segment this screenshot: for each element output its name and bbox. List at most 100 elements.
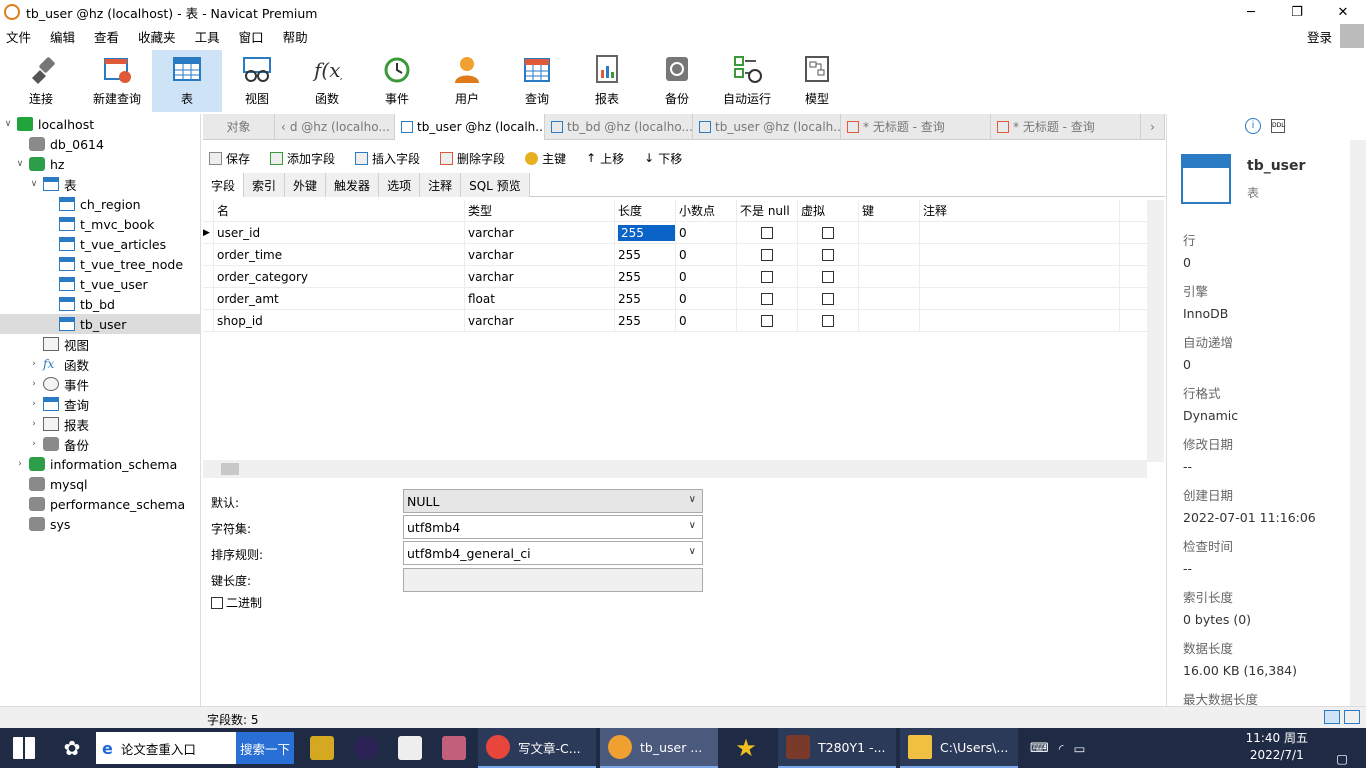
search-input[interactable]: e 论文查重入口 bbox=[96, 732, 236, 764]
avatar[interactable] bbox=[1340, 24, 1364, 48]
star-icon[interactable]: ★ bbox=[718, 728, 774, 768]
not-null-checkbox[interactable] bbox=[761, 314, 773, 327]
tree-table[interactable]: t_mvc_book bbox=[0, 214, 200, 234]
virtual-checkbox[interactable] bbox=[822, 270, 834, 283]
field-length-cell[interactable]: 255 bbox=[615, 287, 676, 310]
tree-backups-folder[interactable]: › 备份 bbox=[0, 434, 200, 454]
column-header[interactable]: 虚拟 bbox=[798, 199, 859, 222]
field-decimal-cell[interactable]: 0 bbox=[676, 243, 737, 266]
field-length-cell[interactable]: 255 bbox=[615, 221, 676, 244]
field-comment-cell[interactable] bbox=[920, 221, 1120, 244]
move-down-button[interactable]: ↓ 下移 bbox=[644, 150, 682, 167]
tree-events-folder[interactable]: › 事件 bbox=[0, 374, 200, 394]
tab-triggers[interactable]: 触发器 bbox=[326, 173, 380, 197]
table-row[interactable]: order_category varchar 255 0 bbox=[203, 265, 1147, 288]
not-null-checkbox[interactable] bbox=[761, 226, 773, 239]
tree-table-selected[interactable]: tb_user bbox=[0, 314, 200, 334]
table-row[interactable]: order_time varchar 255 0 bbox=[203, 243, 1147, 266]
search-button[interactable]: 搜索一下 bbox=[236, 732, 294, 764]
menu-view[interactable]: 查看 bbox=[94, 27, 119, 46]
view-button[interactable]: 视图 bbox=[222, 50, 292, 112]
field-name-cell[interactable]: user_id bbox=[214, 221, 465, 244]
grid-view-toggle[interactable] bbox=[1324, 710, 1340, 724]
tree-table[interactable]: t_vue_user bbox=[0, 274, 200, 294]
not-null-checkbox[interactable] bbox=[761, 292, 773, 305]
tab-editor[interactable]: tb_bd @hz (localho... bbox=[545, 113, 693, 140]
tab-query[interactable]: * 无标题 - 查询 bbox=[841, 113, 991, 140]
field-type-cell[interactable]: varchar bbox=[465, 243, 615, 266]
function-button[interactable]: f(x) 函数 bbox=[292, 50, 362, 112]
add-field-button[interactable]: 添加字段 bbox=[270, 150, 335, 167]
not-null-checkbox[interactable] bbox=[761, 248, 773, 261]
grid-vertical-scrollbar[interactable] bbox=[1147, 200, 1164, 462]
db-tool-icon[interactable] bbox=[430, 728, 474, 768]
field-name-cell[interactable]: order_category bbox=[214, 265, 465, 288]
tab-editor-active[interactable]: tb_user @hz (localh... bbox=[395, 113, 545, 140]
field-length-cell[interactable]: 255 bbox=[615, 309, 676, 332]
tab-foreign-keys[interactable]: 外键 bbox=[285, 173, 327, 197]
field-key-cell[interactable] bbox=[859, 287, 920, 310]
delete-field-button[interactable]: 删除字段 bbox=[440, 150, 505, 167]
taskbar-app-javaee[interactable]: T280Y1 -... bbox=[778, 728, 896, 768]
table-row[interactable]: ▶ user_id varchar 255 0 bbox=[203, 221, 1147, 244]
tab-fields[interactable]: 字段 bbox=[203, 173, 245, 197]
field-key-cell[interactable] bbox=[859, 309, 920, 332]
insert-field-button[interactable]: 插入字段 bbox=[355, 150, 420, 167]
connect-button[interactable]: 连接 bbox=[0, 50, 82, 112]
field-comment-cell[interactable] bbox=[920, 309, 1120, 332]
menu-favorites[interactable]: 收藏夹 bbox=[138, 27, 176, 46]
field-type-cell[interactable]: float bbox=[465, 287, 615, 310]
tab-comment[interactable]: 注释 bbox=[420, 173, 462, 197]
menu-help[interactable]: 帮助 bbox=[283, 27, 308, 46]
save-button[interactable]: 保存 bbox=[209, 150, 250, 167]
key-length-input[interactable] bbox=[403, 568, 703, 592]
tree-queries-folder[interactable]: › 查询 bbox=[0, 394, 200, 414]
typora-icon[interactable] bbox=[386, 728, 430, 768]
not-null-checkbox[interactable] bbox=[761, 270, 773, 283]
tree-db[interactable]: performance_schema bbox=[0, 494, 200, 514]
maximize-button[interactable]: ❐ bbox=[1274, 0, 1320, 24]
column-header[interactable]: 长度 bbox=[615, 199, 676, 222]
column-header[interactable]: 注释 bbox=[920, 199, 1120, 222]
collation-select[interactable]: utf8mb4_general_ci ∨ bbox=[403, 541, 703, 565]
clock[interactable]: 11:40 周五 2022/7/1 bbox=[1246, 730, 1308, 764]
panel-view-toggle[interactable] bbox=[1344, 710, 1360, 724]
tree-table[interactable]: t_vue_tree_node bbox=[0, 254, 200, 274]
tree-db[interactable]: › information_schema bbox=[0, 454, 200, 474]
field-comment-cell[interactable] bbox=[920, 243, 1120, 266]
tree-db[interactable]: ∨ hz bbox=[0, 154, 200, 174]
model-button[interactable]: 模型 bbox=[782, 50, 852, 112]
query-button[interactable]: 查询 bbox=[502, 50, 572, 112]
field-length-cell[interactable]: 255 bbox=[615, 243, 676, 266]
close-button[interactable]: ✕ bbox=[1320, 0, 1366, 24]
grid-horizontal-scrollbar[interactable] bbox=[203, 460, 1147, 478]
field-key-cell[interactable] bbox=[859, 243, 920, 266]
tab-indexes[interactable]: 索引 bbox=[244, 173, 286, 197]
chevron-right-icon[interactable]: › bbox=[1141, 113, 1165, 140]
tree-table[interactable]: t_vue_articles bbox=[0, 234, 200, 254]
tab-objects[interactable]: 对象 bbox=[203, 113, 275, 140]
taskbar-app-navicat[interactable]: tb_user ... bbox=[600, 728, 718, 768]
field-decimal-cell[interactable]: 0 bbox=[676, 221, 737, 244]
field-decimal-cell[interactable]: 0 bbox=[676, 309, 737, 332]
column-header[interactable]: 键 bbox=[859, 199, 920, 222]
battery-icon[interactable]: ▭ bbox=[1074, 728, 1086, 768]
menu-tools[interactable]: 工具 bbox=[195, 27, 220, 46]
virtual-checkbox[interactable] bbox=[822, 226, 834, 239]
start-button[interactable] bbox=[0, 728, 48, 768]
field-decimal-cell[interactable]: 0 bbox=[676, 287, 737, 310]
pinwheel-icon[interactable]: ✿ bbox=[48, 728, 96, 768]
column-header[interactable]: 名 bbox=[214, 199, 465, 222]
charset-select[interactable]: utf8mb4 ∨ bbox=[403, 515, 703, 539]
column-header[interactable]: 类型 bbox=[465, 199, 615, 222]
field-type-cell[interactable]: varchar bbox=[465, 265, 615, 288]
tree-functions-folder[interactable]: › fx 函数 bbox=[0, 354, 200, 374]
new-query-button[interactable]: 新建查询 bbox=[82, 50, 152, 112]
table-row[interactable]: order_amt float 255 0 bbox=[203, 287, 1147, 310]
tree-reports-folder[interactable]: › 报表 bbox=[0, 414, 200, 434]
field-name-cell[interactable]: order_time bbox=[214, 243, 465, 266]
minimize-button[interactable]: ─ bbox=[1228, 0, 1274, 24]
tree-table[interactable]: tb_bd bbox=[0, 294, 200, 314]
tab-options[interactable]: 选项 bbox=[379, 173, 421, 197]
field-comment-cell[interactable] bbox=[920, 287, 1120, 310]
